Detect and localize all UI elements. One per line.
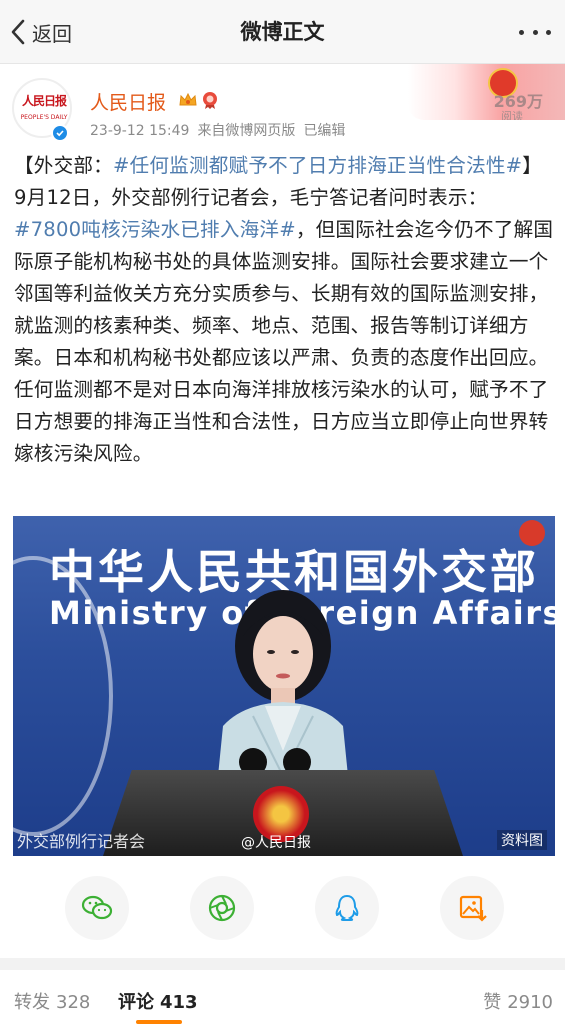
interaction-tabs: 转发 328 评论 413 赞 2910 <box>0 970 565 1030</box>
photo-watermark: @人民日报 <box>241 835 311 851</box>
tab-comments[interactable]: 评论 413 <box>118 988 198 1014</box>
page-title: 微博正文 <box>240 20 325 44</box>
photo-source-tag: 资料图 <box>497 830 547 850</box>
post-header: 人民日报 PEOPLE'S DAILY 人民日报 23-9-12 15:49 来自… <box>0 64 565 148</box>
tab-repost-count: 328 <box>56 992 91 1013</box>
more-options-icon[interactable] <box>519 20 551 44</box>
body-text: ，但国际社会迄今仍不了解国际原子能机构秘书处的具体监测安排。国际社会要求建立一个… <box>14 218 554 465</box>
hashtag-link[interactable]: #任何监测都赋予不了日方排海正当性合法性# <box>113 154 522 177</box>
wechat-icon <box>81 895 113 920</box>
hashtag-link[interactable]: #7800吨核污染水已排入海洋# <box>14 218 296 241</box>
chevron-left-icon <box>11 19 25 45</box>
username[interactable]: 人民日报 <box>90 88 166 115</box>
achievement-badge-icon <box>203 92 217 109</box>
post-meta: 23-9-12 15:49 来自微博网页版 已编辑 <box>90 120 353 140</box>
save-image-icon <box>459 895 487 922</box>
share-wechat-button[interactable] <box>65 876 129 940</box>
back-label: 返回 <box>32 21 72 46</box>
tab-comments-label: 评论 <box>118 992 154 1013</box>
corner-logo-icon <box>519 520 545 546</box>
tab-likes[interactable]: 赞 2910 <box>483 988 553 1014</box>
tab-comments-count: 413 <box>160 992 198 1013</box>
post-image[interactable]: 中华人民共和国外交部 Ministry of Foreign Affairs 外… <box>13 516 555 856</box>
tab-repost[interactable]: 转发 328 <box>14 988 90 1014</box>
read-count-banner: 269万 阅读 <box>408 64 565 120</box>
avatar-logo-subtext: PEOPLE'S DAILY <box>20 114 68 121</box>
tab-repost-label: 转发 <box>14 992 50 1013</box>
verified-badge-icon <box>51 124 69 142</box>
body-text: 【外交部： <box>14 154 113 177</box>
share-qq-button[interactable] <box>315 876 379 940</box>
tab-likes-label: 赞 <box>483 992 502 1013</box>
top-navbar: 返回 微博正文 <box>0 0 565 64</box>
post-date: 23-9-12 15:49 <box>90 123 190 139</box>
back-button[interactable]: 返回 <box>8 14 72 50</box>
moments-icon <box>208 894 236 922</box>
avatar-logo-text: 人民日报 <box>21 94 67 108</box>
active-tab-indicator <box>136 1020 182 1024</box>
section-divider <box>0 958 565 970</box>
post-edited-label[interactable]: 已编辑 <box>303 123 345 139</box>
post-body: 【外交部：#任何监测都赋予不了日方排海正当性合法性#】9月12日，外交部例行记者… <box>14 150 554 470</box>
post-source: 来自微博网页版 <box>197 123 296 139</box>
read-label: 阅读 <box>501 110 523 120</box>
photo-caption: 外交部例行记者会 <box>17 832 146 851</box>
share-row <box>0 872 565 942</box>
tab-likes-count: 2910 <box>507 992 553 1013</box>
qq-icon <box>335 894 359 921</box>
share-moments-button[interactable] <box>190 876 254 940</box>
vip-crown-icon <box>179 92 197 106</box>
save-image-button[interactable] <box>440 876 504 940</box>
